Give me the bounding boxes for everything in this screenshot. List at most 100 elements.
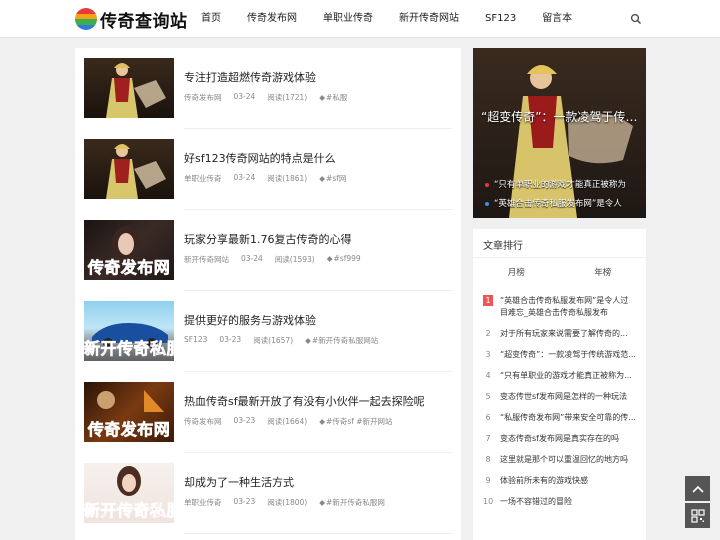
ranking-item[interactable]: 1 “英雄合击传奇私服发布网”是令人过目难忘_英雄合击传奇私服发布 [483, 295, 643, 319]
article-ranking: 文章排行 月榜 年榜 1 “英雄合击传奇私服发布网”是令人过目难忘_英雄合击传奇私… [473, 229, 646, 540]
post-category[interactable]: 传奇发布网 [184, 416, 222, 427]
ranking-item[interactable]: 10 一场不容错过的冒险 [483, 496, 643, 508]
post-thumbnail[interactable]: 新开传奇私服 [84, 463, 174, 523]
post-tags[interactable]: ◆#sf网 [319, 173, 358, 184]
post-list: 专注打造超燃传奇游戏体验 传奇发布网 03-24 阅读(1721) ◆#私服 好… [75, 48, 461, 540]
post-thumbnail[interactable] [84, 58, 174, 118]
ranking-item[interactable]: 6 “私服传奇发布网”带来安全可靠的传... [483, 412, 643, 424]
post-tags[interactable]: ◆#sf999 [327, 254, 373, 265]
ranking-list: 1 “英雄合击传奇私服发布网”是令人过目难忘_英雄合击传奇私服发布 2 对于所有玩家… [483, 295, 643, 517]
tag-icon: ◆ [305, 336, 311, 345]
post-tags[interactable]: ◆#新开传奇私服网 [319, 497, 397, 508]
post-tags[interactable]: ◆#传奇sf #新开网站 [319, 416, 404, 427]
logo-mark-icon [75, 8, 97, 30]
post-thumbnail[interactable] [84, 139, 174, 199]
ranking-item-title: 这里就是那个可以重温回忆的地方吗 [500, 455, 628, 464]
post-thumbnail[interactable]: 传奇发布网 [84, 220, 174, 280]
featured-link[interactable]: “只有单职业的游戏才能真正被称为 [485, 178, 635, 190]
post-category[interactable]: SF123 [184, 335, 207, 346]
post-title[interactable]: 却成为了一种生活方式 [184, 474, 294, 490]
post-reads: 阅读(1800) [267, 498, 308, 507]
rank-number: 10 [483, 497, 494, 506]
post-tag-text: #新开传奇私服网 [326, 498, 385, 507]
ranking-item[interactable]: 7 变态传奇sf发布网是真实存在的吗 [483, 433, 643, 445]
post-item: 好sf123传奇网站的特点是什么 单职业传奇 03-24 阅读(1861) ◆#… [75, 129, 461, 210]
post-category[interactable]: 单职业传奇 [184, 497, 222, 508]
post-category[interactable]: 新开传奇网站 [184, 254, 229, 265]
post-title[interactable]: 提供更好的服务与游戏体验 [184, 312, 316, 328]
post-item: 传奇发布网 热血传奇sf最新开放了有没有小伙伴一起去探险呢 传奇发布网 03-2… [75, 372, 461, 453]
post-reads: 阅读(1593) [274, 255, 315, 264]
ranking-item-title: 变态传世sf发布网是怎样的一种玩法 [500, 392, 627, 401]
post-tags[interactable]: ◆#私服 [319, 92, 359, 103]
ranking-item[interactable]: 5 变态传世sf发布网是怎样的一种玩法 [483, 391, 643, 403]
ranking-item-title: “只有单职业的游戏才能真正被称为... [500, 371, 632, 380]
divider [184, 533, 452, 534]
post-title[interactable]: 玩家分享最新1.76复古传奇的心得 [184, 231, 352, 247]
back-to-top-button[interactable] [685, 476, 710, 501]
nav-guestbook[interactable]: 留言本 [533, 0, 581, 38]
nav-chuanqi-fabu[interactable]: 传奇发布网 [238, 0, 306, 38]
post-thumbnail[interactable]: 新开传奇私服 [84, 301, 174, 361]
rank-number: 5 [485, 392, 491, 401]
thumb-caption: 传奇发布网 [87, 420, 171, 440]
post-date: 03-23 [233, 497, 256, 506]
tab-yearly[interactable]: 年榜 [560, 258, 647, 278]
featured-title[interactable]: “超变传奇”：一款凌驾于传统游戏 [481, 108, 641, 125]
post-category[interactable]: 传奇发布网 [184, 92, 222, 103]
post-title[interactable]: 热血传奇sf最新开放了有没有小伙伴一起去探险呢 [184, 393, 425, 409]
rank-number: 4 [485, 371, 491, 380]
post-meta: 传奇发布网 03-23 阅读(1664) ◆#传奇sf #新开网站 [184, 416, 417, 427]
ranking-item-title: “英雄合击传奇私服发布网”是令人过目难忘_英雄合击传奇私服发布 [500, 296, 629, 317]
qr-code-button[interactable] [685, 503, 710, 528]
site-header: 传奇查询站 首页 传奇发布网 单职业传奇 新开传奇网站 SF123 留言本 [0, 0, 720, 38]
post-tags[interactable]: ◆#新开传奇私服网站 [305, 335, 390, 346]
nav-danzhiye[interactable]: 单职业传奇 [314, 0, 382, 38]
post-item: 专注打造超燃传奇游戏体验 传奇发布网 03-24 阅读(1721) ◆#私服 [75, 48, 461, 129]
ranking-item-title: 体验前所未有的游戏快感 [500, 476, 588, 485]
post-reads: 阅读(1721) [267, 93, 308, 102]
logo-text: 传奇查询站 [100, 11, 188, 32]
featured-slide[interactable]: “超变传奇”：一款凌驾于传统游戏 “只有单职业的游戏才能真正被称为 “英雄合击传… [473, 48, 646, 218]
main-nav: 首页 传奇发布网 单职业传奇 新开传奇网站 SF123 留言本 [192, 0, 589, 38]
nav-xinkai[interactable]: 新开传奇网站 [390, 0, 468, 38]
ranking-item-title: “超变传奇”：一款凌驾于传统游戏范... [500, 350, 636, 359]
post-item: 新开传奇私服 提供更好的服务与游戏体验 SF123 03-23 阅读(1657)… [75, 291, 461, 372]
nav-home[interactable]: 首页 [192, 0, 230, 38]
post-date: 03-24 [233, 173, 256, 182]
ranking-item[interactable]: 9 体验前所未有的游戏快感 [483, 475, 643, 487]
ranking-item-title: 对于所有玩家来说需要了解传奇的... [500, 329, 628, 338]
ranking-item[interactable]: 3 “超变传奇”：一款凌驾于传统游戏范... [483, 349, 643, 361]
post-meta: 单职业传奇 03-23 阅读(1800) ◆#新开传奇私服网 [184, 497, 409, 508]
nav-sf123[interactable]: SF123 [476, 0, 525, 38]
ranking-item[interactable]: 8 这里就是那个可以重温回忆的地方吗 [483, 454, 643, 466]
search-icon[interactable] [630, 13, 642, 25]
ranking-item[interactable]: 2 对于所有玩家来说需要了解传奇的... [483, 328, 643, 340]
post-meta: 传奇发布网 03-24 阅读(1721) ◆#私服 [184, 92, 371, 103]
post-title[interactable]: 好sf123传奇网站的特点是什么 [184, 150, 336, 166]
post-date: 03-23 [233, 416, 256, 425]
tag-icon: ◆ [319, 498, 326, 507]
site-logo[interactable]: 传奇查询站 [75, 7, 188, 32]
post-title[interactable]: 专注打造超燃传奇游戏体验 [184, 69, 316, 85]
post-meta: SF123 03-23 阅读(1657) ◆#新开传奇私服网站 [184, 335, 402, 346]
post-reads: 阅读(1861) [267, 174, 308, 183]
rank-number: 8 [485, 455, 491, 464]
post-reads: 阅读(1664) [267, 417, 308, 426]
post-category[interactable]: 单职业传奇 [184, 173, 222, 184]
ranking-tabs: 月榜 年榜 [473, 257, 647, 278]
featured-link[interactable]: “英雄合击传奇私服发布网”是令人 [485, 197, 635, 209]
tag-icon: ◆ [319, 417, 326, 426]
ranking-item[interactable]: 4 “只有单职业的游戏才能真正被称为... [483, 370, 643, 382]
thumb-caption: 新开传奇私服 [84, 339, 174, 359]
post-tag-text: #传奇sf #新开网站 [326, 417, 393, 426]
tag-icon: ◆ [319, 93, 326, 102]
post-thumbnail[interactable]: 传奇发布网 [84, 382, 174, 442]
post-item: 新开传奇私服 却成为了一种生活方式 单职业传奇 03-23 阅读(1800) ◆… [75, 453, 461, 534]
featured-links: “只有单职业的游戏才能真正被称为 “英雄合击传奇私服发布网”是令人 [485, 178, 635, 216]
thumb-caption: 传奇发布网 [87, 258, 171, 278]
post-item: 传奇发布网 玩家分享最新1.76复古传奇的心得 新开传奇网站 03-24 阅读(… [75, 210, 461, 291]
rank-number: 9 [485, 476, 491, 485]
chevron-up-icon [691, 485, 704, 493]
tab-monthly[interactable]: 月榜 [473, 258, 560, 278]
